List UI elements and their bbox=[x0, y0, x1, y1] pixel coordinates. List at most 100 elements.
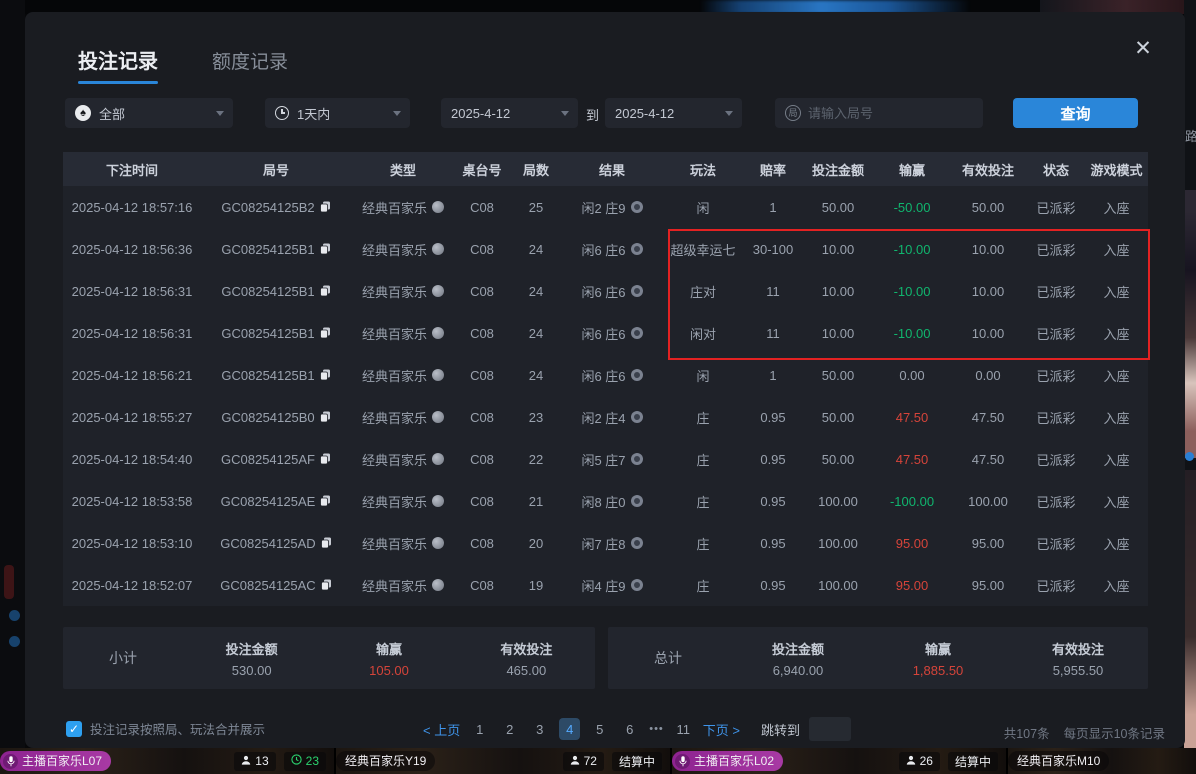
spade-chip-icon: ♠ bbox=[75, 105, 91, 121]
column-header: 结果 bbox=[563, 152, 661, 186]
result-info-icon[interactable] bbox=[631, 495, 643, 507]
copy-icon[interactable] bbox=[320, 285, 331, 297]
cell-bet-amount: 10.00 bbox=[801, 228, 875, 270]
cell-bet-time: 2025-04-12 18:56:31 bbox=[63, 312, 201, 354]
result-info-icon[interactable] bbox=[631, 327, 643, 339]
round-id-search-field[interactable]: 局 bbox=[775, 98, 983, 128]
clock-icon bbox=[275, 106, 289, 120]
copy-icon[interactable] bbox=[320, 369, 331, 381]
copy-icon[interactable] bbox=[320, 495, 331, 507]
stream-panel-4[interactable]: 经典百家乐M10 bbox=[1008, 748, 1196, 774]
game-type-dropdown[interactable]: ♠ 全部 bbox=[65, 98, 233, 128]
page-button-3[interactable]: 3 bbox=[529, 718, 550, 740]
stream-panel-1[interactable]: 主播百家乐L071323 bbox=[0, 748, 334, 774]
settling-status-badge: 结算中 bbox=[612, 752, 662, 771]
bet-records-table: 下注时间局号类型桌台号局数结果玩法赔率投注金额输赢有效投注状态游戏模式 2025… bbox=[63, 152, 1148, 606]
tab-quota-records[interactable]: 额度记录 bbox=[212, 47, 288, 84]
game-logo-icon bbox=[432, 411, 444, 423]
stream-panel-2[interactable]: 经典百家乐Y19 72 结算中 bbox=[336, 748, 670, 774]
subtotal-valid-bet: 有效投注 465.00 bbox=[458, 639, 595, 678]
stream-title[interactable]: 经典百家乐M10 bbox=[1008, 751, 1109, 771]
table-row[interactable]: 2025-04-12 18:56:21 GC08254125B1 经典百家乐 C… bbox=[63, 354, 1148, 396]
query-button[interactable]: 查询 bbox=[1013, 98, 1138, 128]
page-button-1[interactable]: 1 bbox=[469, 718, 490, 740]
table-row[interactable]: 2025-04-12 18:57:16 GC08254125B2 经典百家乐 C… bbox=[63, 186, 1148, 228]
cell-table-no: C08 bbox=[455, 228, 509, 270]
cell-game-type: 经典百家乐 bbox=[351, 564, 455, 606]
cell-play-type: 庄 bbox=[661, 564, 745, 606]
pagination-ellipsis[interactable]: ••• bbox=[649, 723, 664, 735]
close-icon[interactable]: ✕ bbox=[1129, 34, 1157, 62]
microphone-icon bbox=[675, 754, 690, 769]
next-page-button[interactable]: 下页 > bbox=[703, 720, 740, 739]
column-header: 局号 bbox=[201, 152, 351, 186]
cell-round-id: GC08254125B1 bbox=[201, 312, 351, 354]
page-button-11[interactable]: 11 bbox=[673, 718, 694, 740]
copy-icon[interactable] bbox=[321, 537, 332, 549]
game-logo-icon bbox=[432, 327, 444, 339]
copy-icon[interactable] bbox=[321, 579, 332, 591]
table-row[interactable]: 2025-04-12 18:56:31 GC08254125B1 经典百家乐 C… bbox=[63, 312, 1148, 354]
merge-checkbox[interactable]: ✓ bbox=[66, 721, 82, 737]
viewer-count: 72 bbox=[563, 752, 604, 771]
table-row[interactable]: 2025-04-12 18:52:07 GC08254125AC 经典百家乐 C… bbox=[63, 564, 1148, 606]
result-info-icon[interactable] bbox=[631, 285, 643, 297]
page-button-4[interactable]: 4 bbox=[559, 718, 580, 740]
total-count-label: 共107条 bbox=[1004, 723, 1050, 742]
cell-result: 闲5 庄7 bbox=[563, 438, 661, 480]
cell-round-count: 22 bbox=[509, 438, 563, 480]
merge-display-option: ✓ 投注记录按照局、玩法合并展示 bbox=[66, 719, 265, 738]
cell-result: 闲6 庄6 bbox=[563, 228, 661, 270]
copy-icon[interactable] bbox=[320, 243, 331, 255]
stream-title[interactable]: 主播百家乐L07 bbox=[0, 751, 111, 771]
table-row[interactable]: 2025-04-12 18:55:27 GC08254125B0 经典百家乐 C… bbox=[63, 396, 1148, 438]
table-row[interactable]: 2025-04-12 18:56:36 GC08254125B1 经典百家乐 C… bbox=[63, 228, 1148, 270]
cell-game-mode: 入座 bbox=[1085, 564, 1148, 606]
result-info-icon[interactable] bbox=[631, 369, 643, 381]
time-range-value: 1天内 bbox=[297, 104, 330, 123]
tab-bet-records[interactable]: 投注记录 bbox=[78, 45, 158, 84]
merge-checkbox-label: 投注记录按照局、玩法合并展示 bbox=[90, 719, 265, 738]
cell-win-loss: 47.50 bbox=[875, 396, 949, 438]
table-row[interactable]: 2025-04-12 18:56:31 GC08254125B1 经典百家乐 C… bbox=[63, 270, 1148, 312]
cell-table-no: C08 bbox=[455, 564, 509, 606]
copy-icon[interactable] bbox=[320, 453, 331, 465]
result-info-icon[interactable] bbox=[631, 579, 643, 591]
table-row[interactable]: 2025-04-12 18:53:58 GC08254125AE 经典百家乐 C… bbox=[63, 480, 1148, 522]
time-range-dropdown[interactable]: 1天内 bbox=[265, 98, 410, 128]
page-button-5[interactable]: 5 bbox=[589, 718, 610, 740]
date-to-value: 2025-4-12 bbox=[615, 106, 674, 121]
page-button-6[interactable]: 6 bbox=[619, 718, 640, 740]
countdown-timer: 23 bbox=[284, 752, 326, 771]
result-info-icon[interactable] bbox=[631, 453, 643, 465]
page-button-2[interactable]: 2 bbox=[499, 718, 520, 740]
cell-odds: 0.95 bbox=[745, 438, 801, 480]
cell-valid-bet: 95.00 bbox=[949, 522, 1027, 564]
result-info-icon[interactable] bbox=[631, 411, 643, 423]
stream-panel-3[interactable]: 主播百家乐L0226结算中 bbox=[672, 748, 1006, 774]
table-row[interactable]: 2025-04-12 18:53:10 GC08254125AD 经典百家乐 C… bbox=[63, 522, 1148, 564]
copy-icon[interactable] bbox=[320, 327, 331, 339]
result-info-icon[interactable] bbox=[631, 243, 643, 255]
copy-icon[interactable] bbox=[320, 411, 331, 423]
round-id-input[interactable] bbox=[808, 106, 958, 121]
date-to-picker[interactable]: 2025-4-12 bbox=[605, 98, 742, 128]
cell-bet-time: 2025-04-12 18:53:58 bbox=[63, 480, 201, 522]
copy-icon[interactable] bbox=[320, 201, 331, 213]
table-row[interactable]: 2025-04-12 18:54:40 GC08254125AF 经典百家乐 C… bbox=[63, 438, 1148, 480]
date-from-picker[interactable]: 2025-4-12 bbox=[441, 98, 578, 128]
cell-odds: 11 bbox=[745, 312, 801, 354]
jump-to-page-input[interactable] bbox=[809, 717, 851, 741]
cell-bet-time: 2025-04-12 18:56:21 bbox=[63, 354, 201, 396]
cell-play-type: 庄 bbox=[661, 396, 745, 438]
result-info-icon[interactable] bbox=[631, 537, 643, 549]
stream-title[interactable]: 经典百家乐Y19 bbox=[336, 751, 435, 771]
cell-game-type: 经典百家乐 bbox=[351, 522, 455, 564]
cell-game-type: 经典百家乐 bbox=[351, 186, 455, 228]
cell-result: 闲7 庄8 bbox=[563, 522, 661, 564]
cell-game-mode: 入座 bbox=[1085, 396, 1148, 438]
stream-title[interactable]: 主播百家乐L02 bbox=[672, 751, 783, 771]
modal-tabs: 投注记录 额度记录 bbox=[78, 45, 288, 84]
result-info-icon[interactable] bbox=[631, 201, 643, 213]
prev-page-button[interactable]: < 上页 bbox=[423, 720, 460, 739]
